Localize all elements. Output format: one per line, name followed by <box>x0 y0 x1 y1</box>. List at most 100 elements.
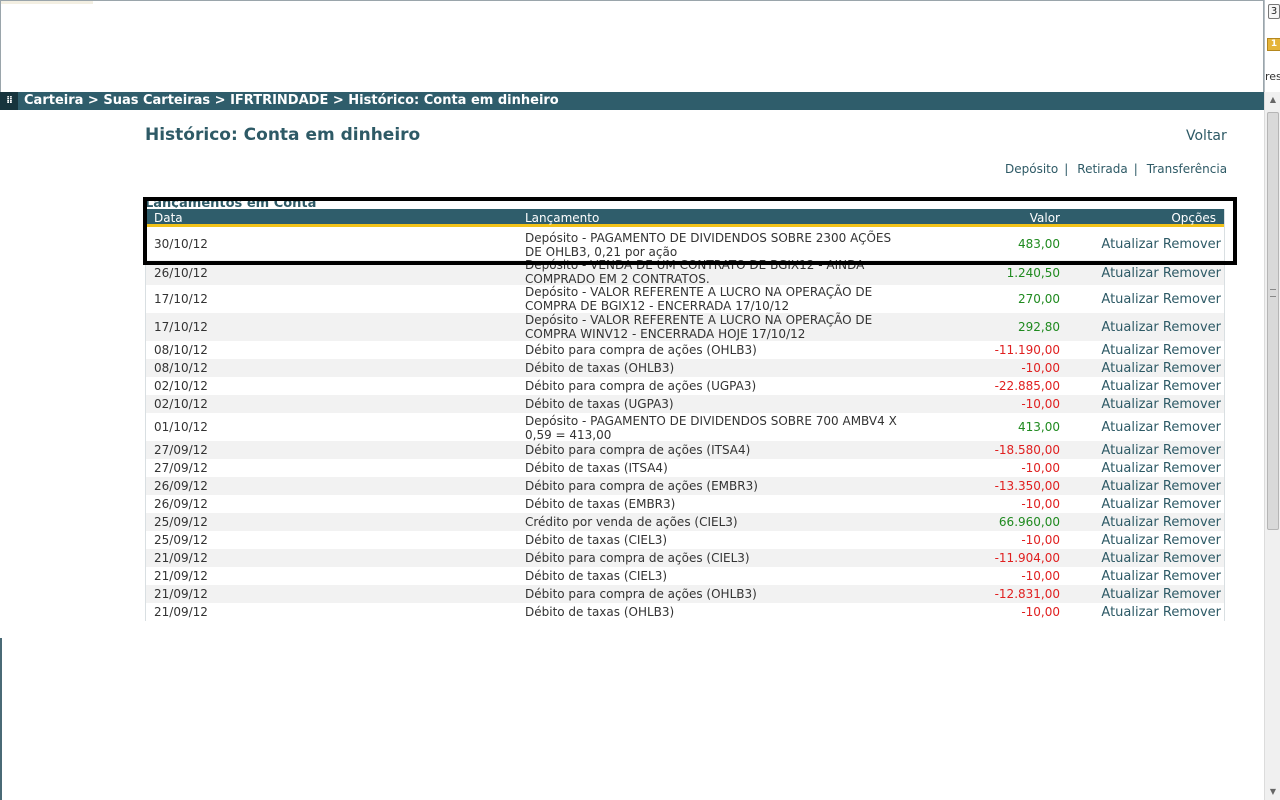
row-options: Atualizar Remover <box>1101 569 1221 585</box>
update-link[interactable]: Atualizar <box>1101 497 1158 512</box>
remove-link[interactable]: Remover <box>1163 343 1221 358</box>
update-link[interactable]: Atualizar <box>1101 237 1158 252</box>
row-description: Débito para compra de ações (OHLB3) <box>525 343 757 357</box>
table-row: 26/09/12 Débito para compra de ações (EMB… <box>146 477 1224 495</box>
row-date: 17/10/12 <box>154 320 208 334</box>
update-link[interactable]: Atualizar <box>1101 443 1158 458</box>
row-description: Depósito - VENDA DE UM CONTRATO DE BGIX1… <box>525 258 865 286</box>
row-date: 01/10/12 <box>154 420 208 434</box>
update-link[interactable]: Atualizar <box>1101 461 1158 476</box>
remove-link[interactable]: Remover <box>1163 361 1221 376</box>
remove-link[interactable]: Remover <box>1163 605 1221 620</box>
remove-link[interactable]: Remover <box>1163 379 1221 394</box>
transfer-link[interactable]: Transferência <box>1147 162 1227 176</box>
update-link[interactable]: Atualizar <box>1101 479 1158 494</box>
top-blank-area <box>0 0 1264 92</box>
bottom-edge <box>0 638 2 800</box>
row-description: Débito de taxas (CIEL3) <box>525 533 668 547</box>
remove-link[interactable]: Remover <box>1163 420 1221 435</box>
row-description: Débito para compra de ações (OHLB3) <box>525 587 757 601</box>
update-link[interactable]: Atualizar <box>1101 420 1158 435</box>
drag-handle-icon[interactable]: ⁞⁞ <box>0 92 18 110</box>
withdraw-link[interactable]: Retirada <box>1077 162 1127 176</box>
scroll-down-icon[interactable]: ▼ <box>1265 784 1280 800</box>
table-row: 21/09/12 Débito para compra de ações (CIE… <box>146 549 1224 567</box>
row-options: Atualizar Remover <box>1101 479 1221 495</box>
row-date: 08/10/12 <box>154 343 208 357</box>
update-link[interactable]: Atualizar <box>1101 551 1158 566</box>
update-link[interactable]: Atualizar <box>1101 569 1158 584</box>
row-value: -10,00 <box>1021 605 1060 619</box>
action-links: Depósito | Retirada | Transferência <box>1005 162 1227 176</box>
row-value: 292,80 <box>1018 320 1060 334</box>
update-link[interactable]: Atualizar <box>1101 343 1158 358</box>
vertical-scrollbar[interactable]: ▲ ▼ <box>1264 92 1280 800</box>
remove-link[interactable]: Remover <box>1163 397 1221 412</box>
row-description: Débito de taxas (CIEL3) <box>525 569 668 583</box>
table-row: 08/10/12 Débito para compra de ações (OHL… <box>146 341 1224 359</box>
remove-link[interactable]: Remover <box>1163 569 1221 584</box>
remove-link[interactable]: Remover <box>1163 266 1221 281</box>
row-options: Atualizar Remover <box>1101 397 1221 413</box>
row-value: 270,00 <box>1018 292 1060 306</box>
tab-count-badge[interactable]: 3 <box>1268 4 1280 19</box>
update-link[interactable]: Atualizar <box>1101 587 1158 602</box>
row-date: 27/09/12 <box>154 461 208 475</box>
row-date: 17/10/12 <box>154 292 208 306</box>
row-options: Atualizar Remover <box>1101 497 1221 513</box>
row-description: Débito para compra de ações (EMBR3) <box>525 479 758 493</box>
remove-link[interactable]: Remover <box>1163 320 1221 335</box>
column-header-value: Valor <box>1029 211 1060 225</box>
update-link[interactable]: Atualizar <box>1101 605 1158 620</box>
remove-link[interactable]: Remover <box>1163 443 1221 458</box>
remove-link[interactable]: Remover <box>1163 515 1221 530</box>
table-row: 21/09/12 Débito de taxas (CIEL3) -10,00 Atu… <box>146 567 1224 585</box>
row-value: 413,00 <box>1018 420 1060 434</box>
app-page: 3 1 res ⁞⁞ Carteira > Suas Carteiras > I… <box>0 0 1280 800</box>
update-link[interactable]: Atualizar <box>1101 533 1158 548</box>
scroll-up-icon[interactable]: ▲ <box>1265 92 1280 108</box>
row-options: Atualizar Remover <box>1101 320 1221 336</box>
row-date: 02/10/12 <box>154 397 208 411</box>
row-description: Débito para compra de ações (UGPA3) <box>525 379 757 393</box>
remove-link[interactable]: Remover <box>1163 497 1221 512</box>
notification-badge-icon[interactable]: 1 <box>1267 38 1280 51</box>
browser-side-chrome: 3 1 res <box>1264 0 1280 92</box>
row-description: Crédito por venda de ações (CIEL3) <box>525 515 738 529</box>
row-value: -10,00 <box>1021 397 1060 411</box>
scroll-thumb[interactable] <box>1267 112 1279 530</box>
update-link[interactable]: Atualizar <box>1101 320 1158 335</box>
update-link[interactable]: Atualizar <box>1101 515 1158 530</box>
row-value: -10,00 <box>1021 569 1060 583</box>
deposit-link[interactable]: Depósito <box>1005 162 1058 176</box>
back-link[interactable]: Voltar <box>1186 128 1227 144</box>
table-row: 25/09/12 Débito de taxas (CIEL3) -10,00 Atu… <box>146 531 1224 549</box>
row-description: Depósito - VALOR REFERENTE A LUCRO NA OP… <box>525 313 873 341</box>
remove-link[interactable]: Remover <box>1163 587 1221 602</box>
update-link[interactable]: Atualizar <box>1101 379 1158 394</box>
update-link[interactable]: Atualizar <box>1101 397 1158 412</box>
row-value: -11.904,00 <box>994 551 1060 565</box>
row-options: Atualizar Remover <box>1101 461 1221 477</box>
column-header-date: Data <box>154 211 183 225</box>
row-date: 21/09/12 <box>154 551 208 565</box>
row-date: 26/09/12 <box>154 497 208 511</box>
update-link[interactable]: Atualizar <box>1101 266 1158 281</box>
row-value: -10,00 <box>1021 497 1060 511</box>
remove-link[interactable]: Remover <box>1163 479 1221 494</box>
row-description: Débito para compra de ações (CIEL3) <box>525 551 750 565</box>
column-header-entry: Lançamento <box>525 211 600 225</box>
update-link[interactable]: Atualizar <box>1101 292 1158 307</box>
row-date: 26/10/12 <box>154 266 208 280</box>
row-value: -18.580,00 <box>994 443 1060 457</box>
remove-link[interactable]: Remover <box>1163 461 1221 476</box>
remove-link[interactable]: Remover <box>1163 292 1221 307</box>
update-link[interactable]: Atualizar <box>1101 361 1158 376</box>
row-value: -13.350,00 <box>994 479 1060 493</box>
remove-link[interactable]: Remover <box>1163 551 1221 566</box>
remove-link[interactable]: Remover <box>1163 533 1221 548</box>
transactions-table: Data Lançamento Valor Opções 30/10/12 Dep… <box>145 209 1225 621</box>
row-description: Depósito - PAGAMENTO DE DIVIDENDOS SOBRE… <box>525 414 897 442</box>
remove-link[interactable]: Remover <box>1163 237 1221 252</box>
table-row: 17/10/12 Depósito - VALOR REFERENTE A LUC… <box>146 313 1224 341</box>
